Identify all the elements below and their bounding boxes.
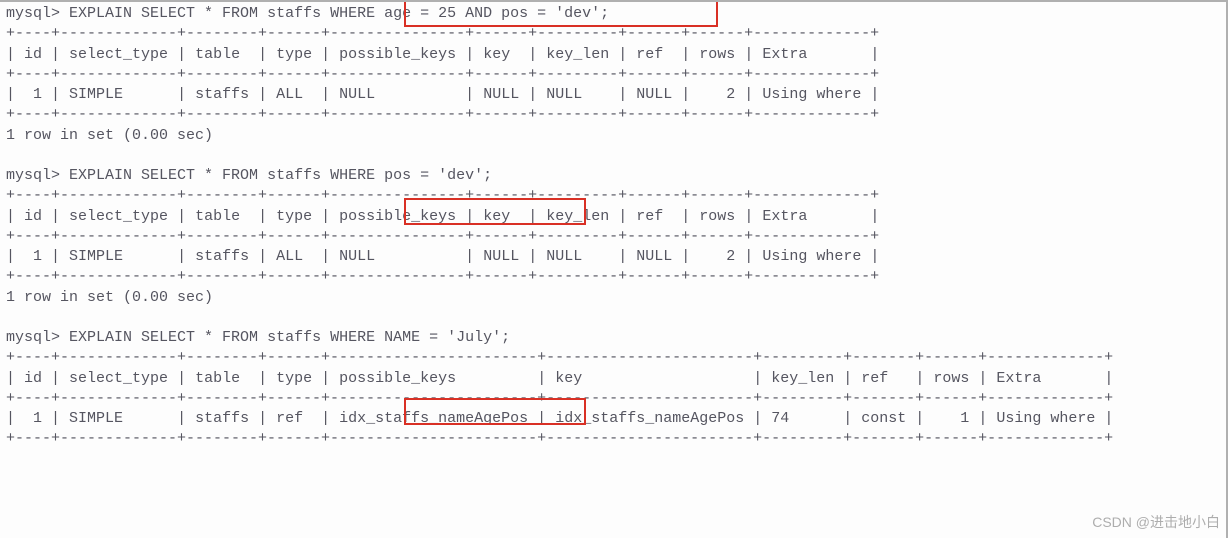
col-ref: ref [636, 46, 663, 63]
col3-rows: rows [933, 370, 969, 387]
val-pk-1: NULL [339, 86, 375, 103]
col3-extra: Extra [996, 370, 1041, 387]
col-key: key [483, 46, 510, 63]
col2-table: table [195, 208, 240, 225]
col2-ref: ref [636, 208, 663, 225]
val2-table: staffs [195, 248, 249, 265]
val3-table: staffs [195, 410, 249, 427]
sql-pre-1: EXPLAIN SELECT * FROM staffs WHERE [69, 5, 384, 22]
sql-hl-3: NAME = 'July'; [384, 329, 510, 346]
prompt-1: mysql> [6, 5, 60, 22]
val3-type: ref [276, 410, 303, 427]
result-1: 1 row in set (0.00 sec) [6, 127, 213, 144]
col3-key: key [555, 370, 582, 387]
sql-pre-2: EXPLAIN SELECT * FROM staffs WHERE [69, 167, 384, 184]
col3-pk: possible_keys [339, 370, 456, 387]
col-extra: Extra [762, 46, 807, 63]
col-key-len: key_len [546, 46, 609, 63]
val-rows-1: 2 [726, 86, 735, 103]
val2-st: SIMPLE [69, 248, 123, 265]
val2-rows: 2 [726, 248, 735, 265]
col2-key: key [483, 208, 510, 225]
val-table-1: staffs [195, 86, 249, 103]
col-select-type: select_type [69, 46, 168, 63]
col3-kl: key_len [771, 370, 834, 387]
col-id: id [24, 46, 42, 63]
mysql-console: mysql> EXPLAIN SELECT * FROM staffs WHER… [0, 0, 1228, 454]
val-kl-1: NULL [546, 86, 582, 103]
col2-kl: key_len [546, 208, 609, 225]
col2-st: select_type [69, 208, 168, 225]
val2-ref: NULL [636, 248, 672, 265]
val2-extra: Using where [762, 248, 861, 265]
col3-table: table [195, 370, 240, 387]
watermark: CSDN @进击地小白 [1092, 513, 1220, 532]
col3-type: type [276, 370, 312, 387]
col3-ref: ref [861, 370, 888, 387]
col3-st: select_type [69, 370, 168, 387]
val-ref-1: NULL [636, 86, 672, 103]
result-2: 1 row in set (0.00 sec) [6, 289, 213, 306]
col-table: table [195, 46, 240, 63]
sql-hl-2: pos = 'dev'; [384, 167, 492, 184]
val-extra-1: Using where [762, 86, 861, 103]
val-key-1: NULL [483, 86, 519, 103]
prompt-2: mysql> [6, 167, 60, 184]
val3-ref: const [861, 410, 906, 427]
col2-type: type [276, 208, 312, 225]
val2-type: ALL [276, 248, 303, 265]
val3-id: 1 [33, 410, 42, 427]
val3-key: idx_staffs_nameAgePos [555, 410, 744, 427]
col2-rows: rows [699, 208, 735, 225]
prompt-3: mysql> [6, 329, 60, 346]
col2-extra: Extra [762, 208, 807, 225]
val2-pk: NULL [339, 248, 375, 265]
col2-pk: possible_keys [339, 208, 456, 225]
val2-key: NULL [483, 248, 519, 265]
val3-kl: 74 [771, 410, 789, 427]
col-type: type [276, 46, 312, 63]
sql-hl-1: age = 25 AND pos = 'dev'; [384, 5, 609, 22]
col-rows: rows [699, 46, 735, 63]
col3-id: id [24, 370, 42, 387]
val2-id: 1 [33, 248, 42, 265]
val2-kl: NULL [546, 248, 582, 265]
val-st-1: SIMPLE [69, 86, 123, 103]
col2-id: id [24, 208, 42, 225]
sql-pre-3: EXPLAIN SELECT * FROM staffs WHERE [69, 329, 384, 346]
val3-st: SIMPLE [69, 410, 123, 427]
val3-pk: idx_staffs_nameAgePos [339, 410, 528, 427]
col-possible-keys: possible_keys [339, 46, 456, 63]
val-type-1: ALL [276, 86, 303, 103]
val3-extra: Using where [996, 410, 1095, 427]
val-id-1: 1 [33, 86, 42, 103]
val3-rows: 1 [960, 410, 969, 427]
